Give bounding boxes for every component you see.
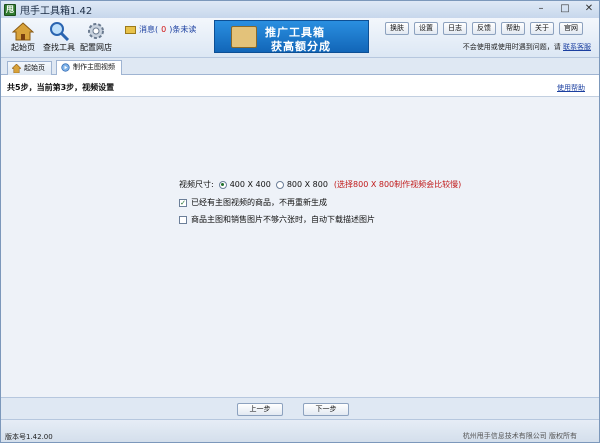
download-desc-checkbox[interactable] [179, 215, 187, 224]
settings-button[interactable]: 设置 [414, 22, 438, 35]
content-area: 共5步，当前第3步，视频设置 使用帮助 视频尺寸: 400 X 400 800 … [1, 75, 599, 419]
app-logo-icon: 甩 [4, 3, 16, 16]
tab-strip: 起始页 制作主图视频 [1, 59, 599, 76]
size-800-label[interactable]: 800 X 800 [287, 180, 328, 189]
maximize-button[interactable]: □ [559, 3, 571, 15]
scroll-icon [231, 26, 257, 48]
find-tool-button[interactable]: 查找工具 [41, 21, 77, 53]
title-bar[interactable]: 甩 甩手工具箱1.42 – □ ✕ [1, 1, 599, 18]
skin-button[interactable]: 换肤 [385, 22, 409, 35]
support-notice-text: 不会使用或使用时遇到问题，请 [462, 43, 561, 51]
wizard-nav-bar: 上一步 下一步 [1, 397, 599, 419]
next-step-button[interactable]: 下一步 [303, 403, 349, 416]
size-400-radio[interactable] [218, 180, 227, 189]
log-button[interactable]: 日志 [443, 22, 467, 35]
tab-make-video[interactable]: 制作主图视频 [56, 60, 122, 76]
video-icon [61, 63, 70, 72]
download-desc-row: 商品主图和销售图片不够六张时，自动下载描述图片 [179, 214, 375, 225]
minimize-button[interactable]: – [535, 3, 547, 15]
magnifier-icon [50, 22, 70, 41]
skip-existing-checkbox[interactable]: ✓ [179, 198, 187, 207]
copyright-label: 杭州甩手信息技术有限公司 版权所有 [462, 432, 577, 440]
message-suffix: )条未读 [169, 25, 197, 34]
message-count: 0 [161, 25, 167, 34]
promo-banner[interactable]: 推广工具箱 获高额分成 [214, 20, 369, 53]
tab-home-label: 起始页 [24, 64, 45, 72]
contact-support-link[interactable]: 联系客服 [563, 43, 591, 51]
size-400-label[interactable]: 400 X 400 [230, 180, 271, 189]
gear-icon [88, 23, 104, 39]
skip-existing-row: ✓ 已经有主图视频的商品，不再重新生成 [179, 197, 327, 208]
find-tool-label: 查找工具 [43, 43, 75, 52]
size-800-note: (选择800 X 800制作视频会比较慢) [333, 180, 462, 189]
step-indicator: 共5步，当前第3步，视频设置 [7, 83, 115, 92]
window-controls: – □ ✕ [535, 3, 595, 15]
help-button[interactable]: 帮助 [501, 22, 525, 35]
window-title: 甩手工具箱1.42 [20, 6, 93, 17]
envelope-icon [125, 25, 136, 34]
config-shop-label: 配置网店 [80, 43, 112, 52]
message-indicator[interactable]: 消息( 0 )条未读 [125, 24, 196, 35]
video-settings-form: 视频尺寸: 400 X 400 800 X 800 (选择800 X 800制作… [1, 97, 599, 397]
website-button[interactable]: 官网 [559, 22, 583, 35]
tab-home[interactable]: 起始页 [7, 61, 52, 75]
close-button[interactable]: ✕ [583, 3, 595, 15]
home-icon [12, 64, 21, 73]
step-bar: 共5步，当前第3步，视频设置 使用帮助 [1, 75, 599, 97]
prev-step-button[interactable]: 上一步 [237, 403, 283, 416]
download-desc-label[interactable]: 商品主图和销售图片不够六张时，自动下载描述图片 [191, 214, 375, 225]
home-tool-label: 起始页 [11, 43, 35, 52]
home-tool-button[interactable]: 起始页 [5, 21, 41, 53]
main-toolbar: 起始页 查找工具 配置网店 消息( 0 )条未读 推广工具箱 获高额分成 换肤 … [1, 18, 599, 58]
about-button[interactable]: 关于 [530, 22, 554, 35]
banner-line2: 获高额分成 [271, 40, 331, 53]
feedback-button[interactable]: 反馈 [472, 22, 496, 35]
video-size-row: 视频尺寸: 400 X 400 800 X 800 (选择800 X 800制作… [179, 179, 461, 190]
video-size-label: 视频尺寸: [179, 180, 214, 189]
app-window: 甩 甩手工具箱1.42 – □ ✕ 起始页 查找工具 配置网店 消息(0)条… [0, 0, 600, 443]
config-shop-button[interactable]: 配置网店 [78, 21, 114, 53]
size-800-radio[interactable] [275, 180, 284, 189]
message-label: 消息( [139, 25, 159, 34]
tab-make-video-label: 制作主图视频 [73, 63, 115, 71]
version-label: 版本号1.42.00 [5, 433, 53, 441]
status-bar: 版本号1.42.00 杭州甩手信息技术有限公司 版权所有 [1, 419, 599, 442]
skip-existing-label[interactable]: 已经有主图视频的商品，不再重新生成 [191, 197, 327, 208]
usage-help-link[interactable]: 使用帮助 [557, 83, 585, 93]
home-icon [12, 22, 34, 41]
support-notice: 不会使用或使用时遇到问题，请 联系客服 [463, 42, 591, 52]
toolbar-button-row: 换肤 设置 日志 反馈 帮助 关于 官网 [385, 22, 583, 35]
